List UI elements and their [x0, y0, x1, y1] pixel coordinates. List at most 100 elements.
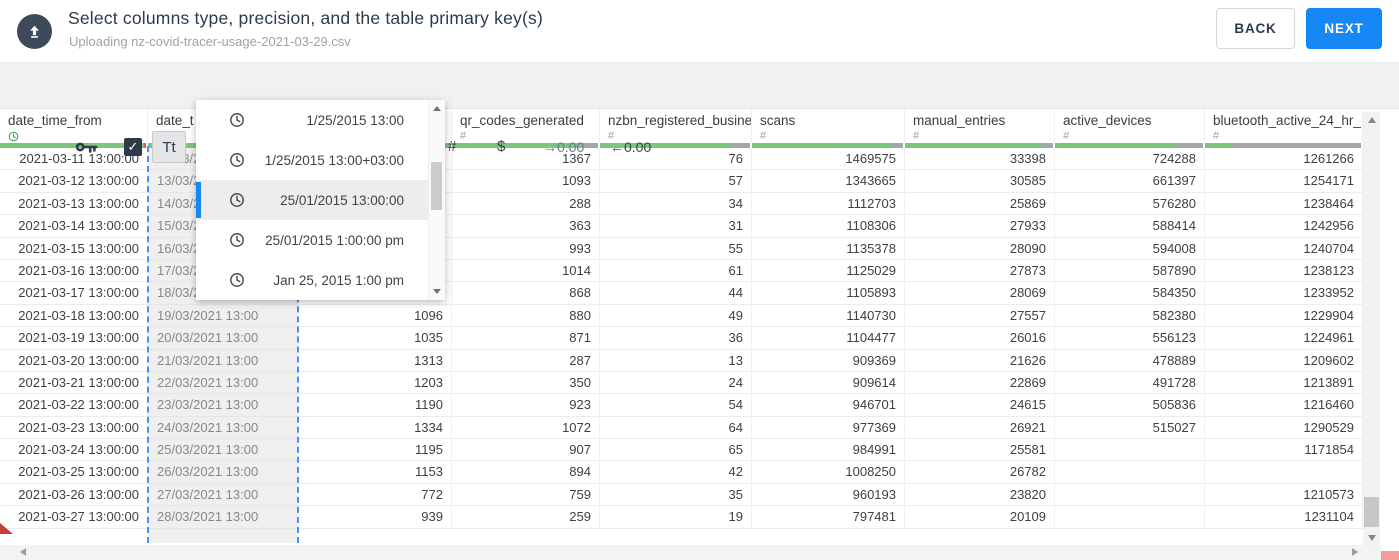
- format-option[interactable]: 25/01/2015 1:00:00 pm: [196, 220, 445, 260]
- column-header-active_devices[interactable]: active_devices #: [1055, 108, 1205, 143]
- format-option[interactable]: Jan 25, 2015 1:00 pm: [196, 260, 445, 300]
- table-cell: 21626: [905, 349, 1055, 372]
- column-name: date_time_from: [8, 113, 102, 128]
- format-option[interactable]: 25/01/2015 13:00:00: [196, 180, 445, 220]
- table-cell: 772: [298, 483, 452, 507]
- table-cell: 1203: [298, 371, 452, 395]
- table-cell: 1135378: [752, 237, 905, 260]
- table-cell: 65: [600, 439, 752, 462]
- table-cell: 31: [600, 215, 752, 238]
- table-row: 2021-03-27 13:00:00 28/03/2021 13:00 939 25…: [0, 506, 1363, 529]
- selected-column-tail: [148, 528, 298, 544]
- table-cell: 724288: [1055, 148, 1205, 171]
- increase-decimal-button[interactable]: ←0.00: [610, 139, 651, 155]
- dropdown-scroll-down-arrow[interactable]: [429, 289, 444, 294]
- page-title: Select columns type, precision, and the …: [68, 8, 543, 28]
- table-cell: 24/03/2021 13:00: [148, 416, 298, 440]
- table-cell: 977369: [752, 416, 905, 440]
- table-row: 2021-03-22 13:00:00 23/03/2021 13:00 1190 9…: [0, 394, 1363, 417]
- table-cell: 1231104: [1205, 506, 1363, 529]
- table-cell: 868: [452, 282, 600, 305]
- scroll-up-arrow[interactable]: [1363, 117, 1380, 123]
- table-cell: 909614: [752, 371, 905, 395]
- table-cell: 1229904: [1205, 304, 1363, 328]
- column-name: active_devices: [1063, 113, 1152, 128]
- table-cell: 1240704: [1205, 237, 1363, 260]
- table-cell: 363: [452, 215, 600, 238]
- type-badge: #: [1063, 130, 1070, 142]
- table-cell: 1213891: [1205, 371, 1363, 395]
- table-cell: 23/03/2021 13:00: [148, 394, 298, 417]
- table-cell: 946701: [752, 394, 905, 417]
- table-cell: 1153: [298, 461, 452, 484]
- primary-key-icon[interactable]: [75, 139, 99, 160]
- table-cell: 23820: [905, 483, 1055, 507]
- table-cell: 42: [600, 461, 752, 484]
- table-cell: 1242956: [1205, 215, 1363, 238]
- table-cell: 30585: [905, 170, 1055, 193]
- next-button[interactable]: NEXT: [1306, 8, 1382, 49]
- currency-type-button[interactable]: $: [497, 138, 505, 155]
- column-header-nzbn_registered_busine[interactable]: nzbn_registered_busine #: [600, 108, 752, 143]
- table-cell: 28069: [905, 282, 1055, 305]
- table-cell: 19: [600, 506, 752, 529]
- vertical-scrollbar-thumb[interactable]: [1364, 497, 1379, 527]
- table-cell: 984991: [752, 439, 905, 462]
- table-row: 2021-03-18 13:00:00 19/03/2021 13:00 1096 8…: [0, 304, 1363, 328]
- vertical-scrollbar[interactable]: [1363, 112, 1380, 545]
- table-cell: 1190: [298, 394, 452, 417]
- uploading-file-subtitle: Uploading nz-covid-tracer-usage-2021-03-…: [69, 34, 351, 49]
- table-cell: 1035: [298, 327, 452, 350]
- table-cell: 1105893: [752, 282, 905, 305]
- back-button[interactable]: BACK: [1216, 8, 1295, 49]
- dropdown-scrollbar-thumb[interactable]: [431, 162, 442, 210]
- table-cell: 594008: [1055, 237, 1205, 260]
- table-cell: 797481: [752, 506, 905, 529]
- scroll-right-arrow[interactable]: [1352, 548, 1358, 556]
- column-name: scans: [760, 113, 796, 128]
- scroll-down-arrow[interactable]: [1363, 535, 1380, 541]
- table-cell: 19/03/2021 13:00: [148, 304, 298, 328]
- table-cell: 1313: [298, 349, 452, 372]
- table-cell: 288: [452, 192, 600, 216]
- table-cell: 1112703: [752, 192, 905, 216]
- table-cell: 1125029: [752, 259, 905, 283]
- table-cell: 505836: [1055, 394, 1205, 417]
- table-cell: 27/03/2021 13:00: [148, 483, 298, 507]
- scroll-left-arrow[interactable]: [20, 548, 26, 556]
- table-cell: 27557: [905, 304, 1055, 328]
- number-type-button[interactable]: #: [448, 138, 456, 155]
- dropdown-scroll-up-arrow[interactable]: [429, 106, 444, 111]
- text-type-label: Tt: [162, 138, 176, 156]
- clock-icon: [229, 232, 245, 251]
- column-header-scans[interactable]: scans #: [752, 108, 905, 143]
- table-cell: 1334: [298, 416, 452, 440]
- table-cell: 661397: [1055, 170, 1205, 193]
- table-cell: 556123: [1055, 327, 1205, 350]
- csv-import-wizard: Select columns type, precision, and the …: [0, 0, 1399, 560]
- table-cell: [1055, 461, 1205, 484]
- decrease-decimal-button[interactable]: →0.00: [543, 139, 584, 155]
- scroll-corner-indicator: [1381, 551, 1399, 560]
- table-cell: 2021-03-20 13:00:00: [0, 349, 148, 372]
- table-cell: [1055, 439, 1205, 462]
- primary-key-checkbox[interactable]: ✓: [124, 138, 142, 156]
- table-cell: 28090: [905, 237, 1055, 260]
- column-header-bluetooth_active_24_hr_[interactable]: bluetooth_active_24_hr_ #: [1205, 108, 1363, 143]
- format-option[interactable]: 1/25/2015 13:00+03:00: [196, 140, 445, 180]
- dropdown-scrollbar[interactable]: [428, 100, 445, 300]
- column-header-qr_codes_generated[interactable]: qr_codes_generated #: [452, 108, 600, 143]
- table-cell: 1014: [452, 259, 600, 283]
- column-name: manual_entries: [913, 113, 1006, 128]
- table-cell: 871: [452, 327, 600, 350]
- table-cell: 1210573: [1205, 483, 1363, 507]
- column-header-manual_entries[interactable]: manual_entries #: [905, 108, 1055, 143]
- table-cell: 350: [452, 371, 600, 395]
- horizontal-scrollbar[interactable]: [0, 545, 1381, 560]
- table-cell: 36: [600, 327, 752, 350]
- table-cell: 939: [298, 506, 452, 529]
- table-cell: 49: [600, 304, 752, 328]
- text-type-button[interactable]: Tt: [152, 131, 186, 163]
- table-row: 2021-03-24 13:00:00 25/03/2021 13:00 1195 9…: [0, 439, 1363, 462]
- format-option[interactable]: 1/25/2015 13:00: [196, 100, 445, 140]
